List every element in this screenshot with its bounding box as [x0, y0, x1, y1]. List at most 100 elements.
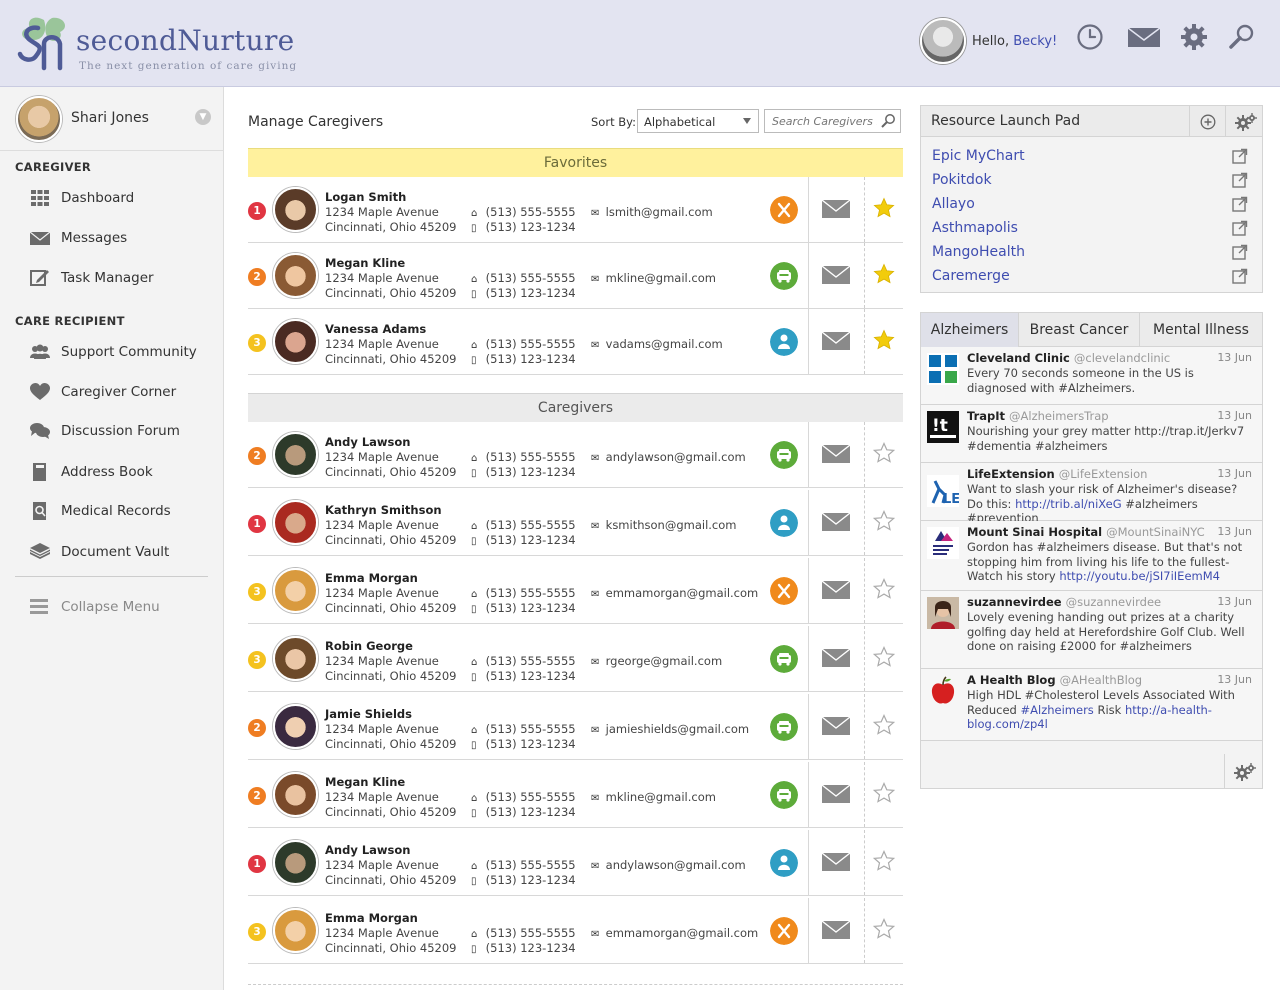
- resource-link[interactable]: Caremerge: [932, 268, 1010, 284]
- external-link-icon[interactable]: [1232, 268, 1248, 284]
- tweet[interactable]: suzannevirdee @suzannevirdee 13 Jun Lovely …: [921, 591, 1262, 669]
- role-person-icon[interactable]: [770, 849, 798, 877]
- send-message-icon[interactable]: [822, 783, 850, 805]
- sidebar-item-task-manager[interactable]: Task Manager: [0, 261, 223, 295]
- caregiver-photo[interactable]: [273, 500, 318, 545]
- clock-icon[interactable]: [1075, 22, 1105, 52]
- caregiver-row[interactable]: 2 Andy Lawson 1234 Maple Avenue Cincinnati,…: [248, 422, 903, 488]
- caregiver-name[interactable]: Megan Kline: [325, 256, 405, 270]
- tweet[interactable]: LE LifeExtension @LifeExtension 13 Jun Want …: [921, 463, 1262, 525]
- logo[interactable]: secondNurture The next generation of car…: [14, 14, 314, 74]
- sidebar-profile[interactable]: Shari Jones ▼: [0, 87, 224, 151]
- caregiver-photo[interactable]: [273, 840, 318, 885]
- caregiver-email[interactable]: ✉ andylawson@gmail.com: [591, 450, 746, 464]
- send-message-icon[interactable]: [822, 198, 850, 220]
- external-link-icon[interactable]: [1232, 148, 1248, 164]
- tweet[interactable]: Cleveland Clinic @clevelandclinic 13 Jun Ev…: [921, 347, 1262, 405]
- tweet-author[interactable]: Cleveland Clinic @clevelandclinic: [967, 351, 1170, 365]
- send-message-icon[interactable]: [822, 511, 850, 533]
- caregiver-email[interactable]: ✉ jamieshields@gmail.com: [591, 722, 749, 736]
- caregiver-row[interactable]: 1 Logan Smith 1234 Maple Avenue Cincinnati,…: [248, 177, 903, 243]
- send-message-icon[interactable]: [822, 851, 850, 873]
- search-input[interactable]: [765, 110, 877, 132]
- resource-link[interactable]: Epic MyChart: [932, 148, 1025, 164]
- add-resource-button[interactable]: [1189, 106, 1225, 137]
- caregiver-name[interactable]: Logan Smith: [325, 190, 406, 204]
- star-outline-icon[interactable]: [873, 918, 895, 940]
- resource-link[interactable]: Asthmapolis: [932, 220, 1018, 236]
- role-transport-icon[interactable]: [770, 645, 798, 673]
- tweet[interactable]: Mount Sinai Hospital @MountSinaiNYC 13 Jun…: [921, 521, 1262, 591]
- caregiver-email[interactable]: ✉ rgeorge@gmail.com: [591, 654, 722, 668]
- user-avatar[interactable]: [920, 18, 966, 64]
- tab-breast-cancer[interactable]: Breast Cancer: [1019, 313, 1140, 347]
- role-person-icon[interactable]: [770, 328, 798, 356]
- caregiver-photo[interactable]: [273, 319, 318, 364]
- tweet-author[interactable]: A Health Blog @AHealthBlog: [967, 673, 1142, 687]
- role-transport-icon[interactable]: [770, 713, 798, 741]
- caregiver-row[interactable]: 3 Robin George 1234 Maple Avenue Cincinnati…: [248, 626, 903, 692]
- star-outline-icon[interactable]: [873, 714, 895, 736]
- sidebar-item-caregiver-corner[interactable]: Caregiver Corner: [0, 375, 223, 409]
- tab-mental-illness[interactable]: Mental Illness: [1140, 313, 1262, 347]
- star-outline-icon[interactable]: [873, 782, 895, 804]
- user-name-link[interactable]: Becky!: [1013, 34, 1057, 49]
- caregiver-row[interactable]: 2 Jamie Shields 1234 Maple Avenue Cincinnat…: [248, 694, 903, 760]
- sidebar-item-messages[interactable]: Messages: [0, 221, 223, 255]
- feed-settings-button[interactable]: [1224, 754, 1262, 788]
- send-message-icon[interactable]: [822, 715, 850, 737]
- caregiver-name[interactable]: Andy Lawson: [325, 435, 410, 449]
- star-filled-icon[interactable]: [873, 263, 895, 285]
- send-message-icon[interactable]: [822, 330, 850, 352]
- tweet[interactable]: A Health Blog @AHealthBlog 13 Jun High HDL …: [921, 669, 1262, 741]
- star-outline-icon[interactable]: [873, 578, 895, 600]
- sidebar-item-medical-records[interactable]: Medical Records: [0, 494, 223, 528]
- caregiver-photo[interactable]: [273, 704, 318, 749]
- caregiver-name[interactable]: Emma Morgan: [325, 571, 418, 585]
- star-outline-icon[interactable]: [873, 850, 895, 872]
- tweet-author[interactable]: Mount Sinai Hospital @MountSinaiNYC: [967, 525, 1205, 539]
- sort-select[interactable]: Alphabetical: [637, 109, 759, 133]
- tweet-author[interactable]: LifeExtension @LifeExtension: [967, 467, 1147, 481]
- caregiver-name[interactable]: Kathryn Smithson: [325, 503, 442, 517]
- chevron-down-icon[interactable]: ▼: [195, 109, 211, 125]
- caregiver-photo[interactable]: [273, 253, 318, 298]
- external-link-icon[interactable]: [1232, 244, 1248, 260]
- trapit-logo[interactable]: !t: [927, 411, 959, 443]
- tab-alzheimers[interactable]: Alzheimers: [921, 313, 1019, 347]
- external-link-icon[interactable]: [1232, 220, 1248, 236]
- search-icon[interactable]: [880, 113, 896, 129]
- caregiver-name[interactable]: Vanessa Adams: [325, 322, 426, 336]
- send-message-icon[interactable]: [822, 579, 850, 601]
- external-link-icon[interactable]: [1232, 196, 1248, 212]
- caregiver-name[interactable]: Emma Morgan: [325, 911, 418, 925]
- caregiver-name[interactable]: Andy Lawson: [325, 843, 410, 857]
- star-filled-icon[interactable]: [873, 329, 895, 351]
- collapse-menu-button[interactable]: Collapse Menu: [0, 590, 223, 624]
- tweet-link[interactable]: http://youtu.be/jSI7iIEemM4: [1059, 569, 1220, 583]
- caregiver-photo[interactable]: [273, 568, 318, 613]
- star-outline-icon[interactable]: [873, 646, 895, 668]
- caregiver-photo[interactable]: [273, 908, 318, 953]
- resource-settings-button[interactable]: [1225, 106, 1262, 137]
- tweet[interactable]: !t TrapIt @AlzheimersTrap 13 Jun Nourishing …: [921, 405, 1262, 463]
- caregiver-row[interactable]: 2 Megan Kline 1234 Maple Avenue Cincinnati,…: [248, 762, 903, 828]
- send-message-icon[interactable]: [822, 647, 850, 669]
- star-filled-icon[interactable]: [873, 197, 895, 219]
- cleveland-clinic-logo[interactable]: [927, 353, 959, 385]
- role-transport-icon[interactable]: [770, 441, 798, 469]
- tweet-link[interactable]: #Alzheimers: [1021, 703, 1094, 717]
- caregiver-photo[interactable]: [273, 432, 318, 477]
- caregiver-row[interactable]: 3 Emma Morgan 1234 Maple Avenue Cincinnati,…: [248, 898, 903, 964]
- search-icon[interactable]: [1227, 22, 1257, 52]
- role-person-icon[interactable]: [770, 509, 798, 537]
- caregiver-email[interactable]: ✉ emmamorgan@gmail.com: [591, 926, 758, 940]
- role-transport-icon[interactable]: [770, 262, 798, 290]
- send-message-icon[interactable]: [822, 443, 850, 465]
- resource-link[interactable]: Pokitdok: [932, 172, 992, 188]
- suzannevirdee-avatar[interactable]: [927, 597, 959, 629]
- role-meals-icon[interactable]: [770, 917, 798, 945]
- caregiver-email[interactable]: ✉ vadams@gmail.com: [591, 337, 723, 351]
- caregiver-email[interactable]: ✉ ksmithson@gmail.com: [591, 518, 736, 532]
- caregiver-email[interactable]: ✉ mkline@gmail.com: [591, 271, 716, 285]
